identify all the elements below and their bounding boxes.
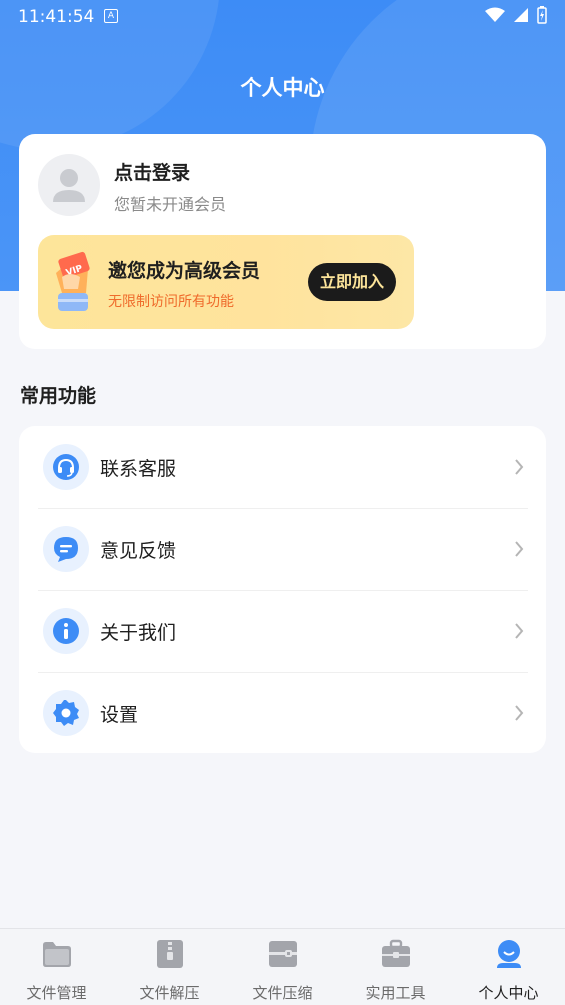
compress-icon xyxy=(269,941,297,967)
bottom-nav: 文件管理 文件解压 文件压缩 实用工具 个人中心 xyxy=(0,928,565,1005)
profile-icon xyxy=(497,940,521,968)
headset-icon xyxy=(53,454,79,480)
join-button[interactable]: 立即加入 xyxy=(308,263,396,301)
nav-tab-extract[interactable]: 文件解压 xyxy=(113,929,226,1005)
chat-bubble-icon xyxy=(54,537,78,562)
nav-label: 实用工具 xyxy=(365,984,426,1002)
section-title: 常用功能 xyxy=(20,385,97,407)
nav-label: 文件管理 xyxy=(26,984,87,1002)
nav-tab-profile[interactable]: 个人中心 xyxy=(452,929,565,1005)
menu-label: 意见反馈 xyxy=(100,540,177,562)
menu-card: 联系客服 意见反馈 关于我们 设置 xyxy=(19,426,546,753)
battery-icon xyxy=(537,6,547,24)
menu-label: 联系客服 xyxy=(100,458,177,480)
zip-file-icon xyxy=(157,940,183,968)
chevron-right-icon xyxy=(515,623,524,639)
vip-hand-icon: VIP xyxy=(56,251,90,311)
toolbox-icon xyxy=(382,939,410,967)
gear-icon-bg xyxy=(43,690,89,736)
gear-icon xyxy=(53,700,79,726)
page-title: 个人中心 xyxy=(240,76,325,100)
folder-icon xyxy=(43,942,71,967)
profile-card: 点击登录 您暂未开通会员 VIP 邀您成为高级会员 无限制访问所有功能 立即加入 xyxy=(19,134,546,349)
status-icons xyxy=(485,6,547,24)
menu-item-about-us[interactable]: 关于我们 xyxy=(19,590,546,672)
nav-label: 文件解压 xyxy=(139,984,200,1002)
menu-item-customer-service[interactable]: 联系客服 xyxy=(19,426,546,508)
user-placeholder-icon xyxy=(53,169,85,202)
vip-banner[interactable]: VIP 邀您成为高级会员 无限制访问所有功能 立即加入 xyxy=(38,235,414,329)
chat-bubble-icon-bg xyxy=(43,526,89,572)
menu-label: 关于我们 xyxy=(100,622,177,644)
menu-item-feedback[interactable]: 意见反馈 xyxy=(19,508,546,590)
nav-tab-tools[interactable]: 实用工具 xyxy=(339,929,452,1005)
notification-icon: A xyxy=(104,9,118,23)
chevron-right-icon xyxy=(515,705,524,721)
info-icon-bg xyxy=(43,608,89,654)
status-time: 11:41:54 xyxy=(18,7,95,27)
nav-tab-compress[interactable]: 文件压缩 xyxy=(226,929,339,1005)
menu-label: 设置 xyxy=(100,704,139,726)
vip-title: 邀您成为高级会员 xyxy=(108,260,261,282)
headset-icon-bg xyxy=(43,444,89,490)
nav-tab-file-manager[interactable]: 文件管理 xyxy=(0,929,113,1005)
wifi-icon xyxy=(485,7,505,22)
menu-item-settings[interactable]: 设置 xyxy=(19,672,546,754)
avatar[interactable] xyxy=(38,154,100,216)
login-link[interactable]: 点击登录 xyxy=(114,158,190,185)
info-icon xyxy=(53,618,79,644)
chevron-right-icon xyxy=(515,459,524,475)
nav-label: 文件压缩 xyxy=(252,984,313,1002)
status-bar: 11:41:54 A xyxy=(0,0,565,32)
vip-subtitle: 无限制访问所有功能 xyxy=(108,294,234,310)
member-status: 您暂未开通会员 xyxy=(114,195,227,214)
chevron-right-icon xyxy=(515,541,524,557)
nav-label: 个人中心 xyxy=(478,984,539,1002)
signal-icon xyxy=(514,8,528,22)
